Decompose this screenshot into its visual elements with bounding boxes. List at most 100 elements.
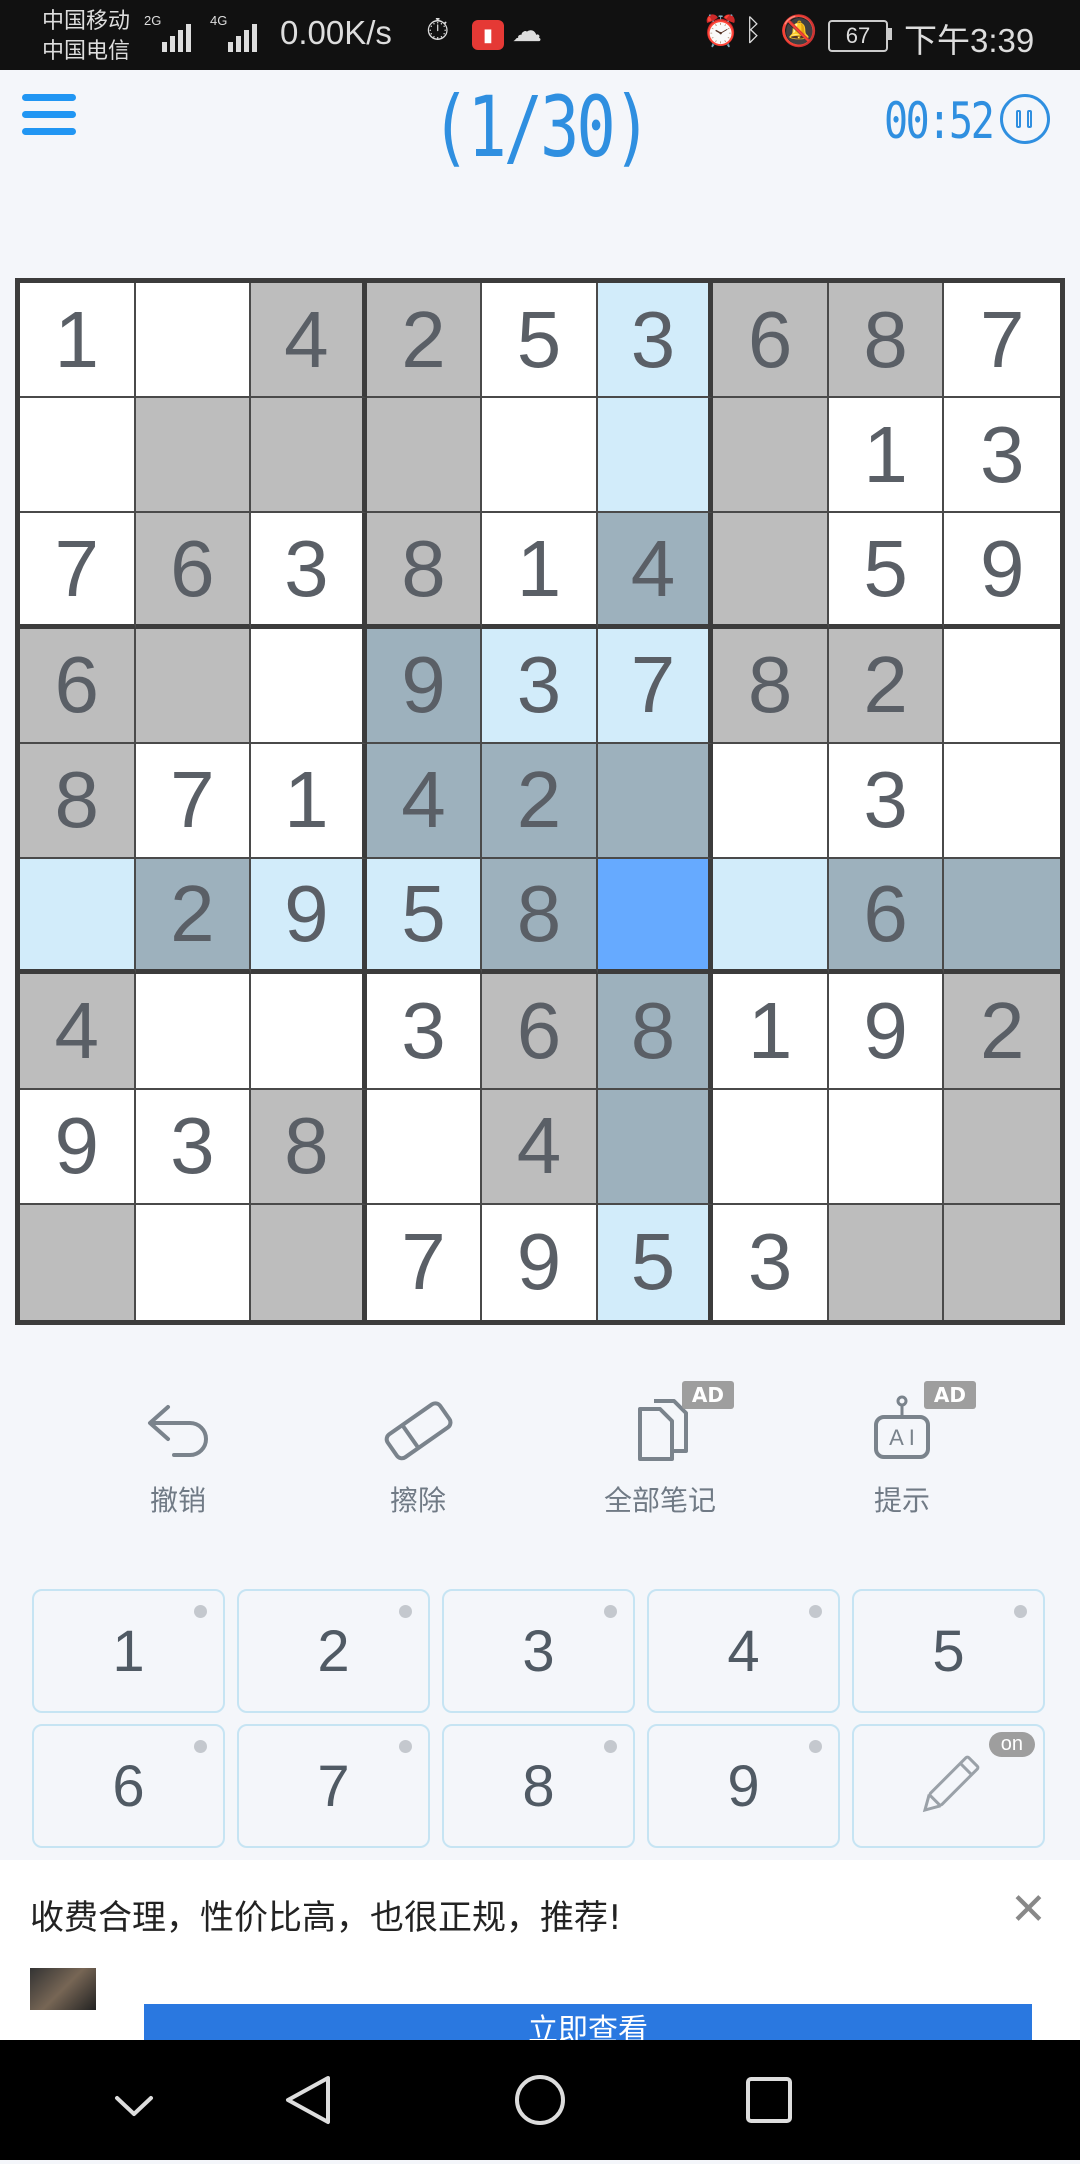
- sudoku-cell[interactable]: [944, 628, 1060, 744]
- sudoku-cell[interactable]: 3: [713, 1204, 829, 1320]
- sudoku-cell[interactable]: 3: [944, 398, 1060, 514]
- sudoku-cell[interactable]: 2: [135, 859, 252, 975]
- sudoku-cell[interactable]: 5: [482, 283, 598, 399]
- hint-button[interactable]: A I 提示 AD: [822, 1381, 982, 1519]
- close-icon[interactable]: ✕: [1010, 1888, 1047, 1932]
- sudoku-cell[interactable]: 6: [828, 859, 945, 975]
- sudoku-cell[interactable]: 7: [597, 628, 714, 744]
- sudoku-cell[interactable]: [135, 1204, 252, 1320]
- pencil-mode-button[interactable]: on: [852, 1724, 1045, 1848]
- sudoku-cell[interactable]: [20, 1204, 136, 1320]
- sudoku-cell[interactable]: 8: [828, 283, 945, 399]
- sudoku-cell[interactable]: 7: [135, 743, 252, 860]
- sudoku-cell[interactable]: [944, 859, 1060, 975]
- sudoku-cell[interactable]: [482, 398, 598, 514]
- sudoku-cell[interactable]: 3: [828, 743, 945, 860]
- sudoku-cell[interactable]: 9: [251, 859, 367, 975]
- sudoku-cell[interactable]: [713, 513, 829, 629]
- sudoku-cell[interactable]: 4: [20, 974, 136, 1090]
- number-key-5[interactable]: 5: [852, 1589, 1045, 1713]
- number-key-4[interactable]: 4: [647, 1589, 840, 1713]
- sudoku-cell[interactable]: [828, 1089, 945, 1205]
- sudoku-cell[interactable]: [828, 1204, 945, 1320]
- sudoku-cell[interactable]: [251, 974, 367, 1090]
- sudoku-cell[interactable]: 9: [20, 1089, 136, 1205]
- sudoku-cell[interactable]: 4: [366, 743, 483, 860]
- sudoku-cell[interactable]: 8: [366, 513, 483, 629]
- sudoku-cell[interactable]: 7: [20, 513, 136, 629]
- number-key-3[interactable]: 3: [442, 1589, 635, 1713]
- sudoku-cell[interactable]: 4: [597, 513, 714, 629]
- number-key-8[interactable]: 8: [442, 1724, 635, 1848]
- sudoku-cell[interactable]: [944, 743, 1060, 860]
- sudoku-cell[interactable]: 8: [597, 974, 714, 1090]
- sudoku-cell[interactable]: [597, 1089, 714, 1205]
- sudoku-cell[interactable]: 9: [366, 628, 483, 744]
- sudoku-cell[interactable]: 2: [944, 974, 1060, 1090]
- sudoku-cell[interactable]: [366, 1089, 483, 1205]
- sudoku-cell[interactable]: 1: [20, 283, 136, 399]
- sudoku-cell[interactable]: 4: [482, 1089, 598, 1205]
- sudoku-cell[interactable]: [135, 628, 252, 744]
- sudoku-cell[interactable]: [135, 283, 252, 399]
- sudoku-cell[interactable]: 9: [944, 513, 1060, 629]
- number-key-7[interactable]: 7: [237, 1724, 430, 1848]
- number-key-6[interactable]: 6: [32, 1724, 225, 1848]
- sudoku-cell[interactable]: 7: [944, 283, 1060, 399]
- sudoku-cell[interactable]: 1: [482, 513, 598, 629]
- erase-button[interactable]: 擦除: [338, 1395, 498, 1519]
- sudoku-cell[interactable]: [713, 1089, 829, 1205]
- sudoku-cell[interactable]: [713, 859, 829, 975]
- sudoku-cell[interactable]: 5: [366, 859, 483, 975]
- sudoku-cell[interactable]: [251, 398, 367, 514]
- sudoku-cell[interactable]: [366, 398, 483, 514]
- sudoku-cell[interactable]: 6: [482, 974, 598, 1090]
- ad-banner[interactable]: 收费合理，性价比高，也很正规，推荐! ✕ 立即查看: [0, 1860, 1080, 2040]
- sudoku-cell[interactable]: 6: [713, 283, 829, 399]
- sudoku-cell[interactable]: 6: [20, 628, 136, 744]
- sudoku-cell[interactable]: [135, 974, 252, 1090]
- sudoku-cell[interactable]: 8: [20, 743, 136, 860]
- sudoku-cell[interactable]: [251, 1204, 367, 1320]
- sudoku-cell[interactable]: [597, 398, 714, 514]
- sudoku-cell[interactable]: 2: [482, 743, 598, 860]
- notes-button[interactable]: 全部笔记 AD: [580, 1381, 740, 1519]
- sudoku-cell[interactable]: [20, 859, 136, 975]
- sudoku-cell[interactable]: [713, 398, 829, 514]
- sudoku-cell[interactable]: 3: [251, 513, 367, 629]
- menu-icon[interactable]: [22, 94, 76, 142]
- sudoku-cell[interactable]: 5: [828, 513, 945, 629]
- undo-button[interactable]: 撤销: [98, 1395, 258, 1519]
- sudoku-cell[interactable]: 3: [366, 974, 483, 1090]
- sudoku-cell[interactable]: 2: [828, 628, 945, 744]
- sudoku-cell[interactable]: 3: [135, 1089, 252, 1205]
- sudoku-cell[interactable]: 6: [135, 513, 252, 629]
- sudoku-cell[interactable]: [597, 859, 714, 975]
- number-key-2[interactable]: 2: [237, 1589, 430, 1713]
- sudoku-cell[interactable]: [135, 398, 252, 514]
- sudoku-cell[interactable]: [597, 743, 714, 860]
- back-icon[interactable]: [286, 2076, 330, 2124]
- sudoku-cell[interactable]: 3: [482, 628, 598, 744]
- number-key-9[interactable]: 9: [647, 1724, 840, 1848]
- number-key-1[interactable]: 1: [32, 1589, 225, 1713]
- sudoku-cell[interactable]: 8: [482, 859, 598, 975]
- pause-button[interactable]: [1000, 94, 1050, 144]
- sudoku-cell[interactable]: 1: [828, 398, 945, 514]
- sudoku-cell[interactable]: 8: [251, 1089, 367, 1205]
- recents-icon[interactable]: [746, 2077, 792, 2123]
- hide-keyboard-icon[interactable]: [115, 2096, 153, 2116]
- sudoku-cell[interactable]: 1: [713, 974, 829, 1090]
- sudoku-cell[interactable]: 5: [597, 1204, 714, 1320]
- sudoku-cell[interactable]: 4: [251, 283, 367, 399]
- sudoku-cell[interactable]: [713, 743, 829, 860]
- sudoku-cell[interactable]: [944, 1204, 1060, 1320]
- sudoku-cell[interactable]: [944, 1089, 1060, 1205]
- sudoku-cell[interactable]: 1: [251, 743, 367, 860]
- sudoku-cell[interactable]: 8: [713, 628, 829, 744]
- sudoku-cell[interactable]: 9: [482, 1204, 598, 1320]
- sudoku-cell[interactable]: 3: [597, 283, 714, 399]
- sudoku-cell[interactable]: 9: [828, 974, 945, 1090]
- home-icon[interactable]: [515, 2075, 565, 2125]
- ad-cta-button[interactable]: 立即查看: [144, 2004, 1032, 2040]
